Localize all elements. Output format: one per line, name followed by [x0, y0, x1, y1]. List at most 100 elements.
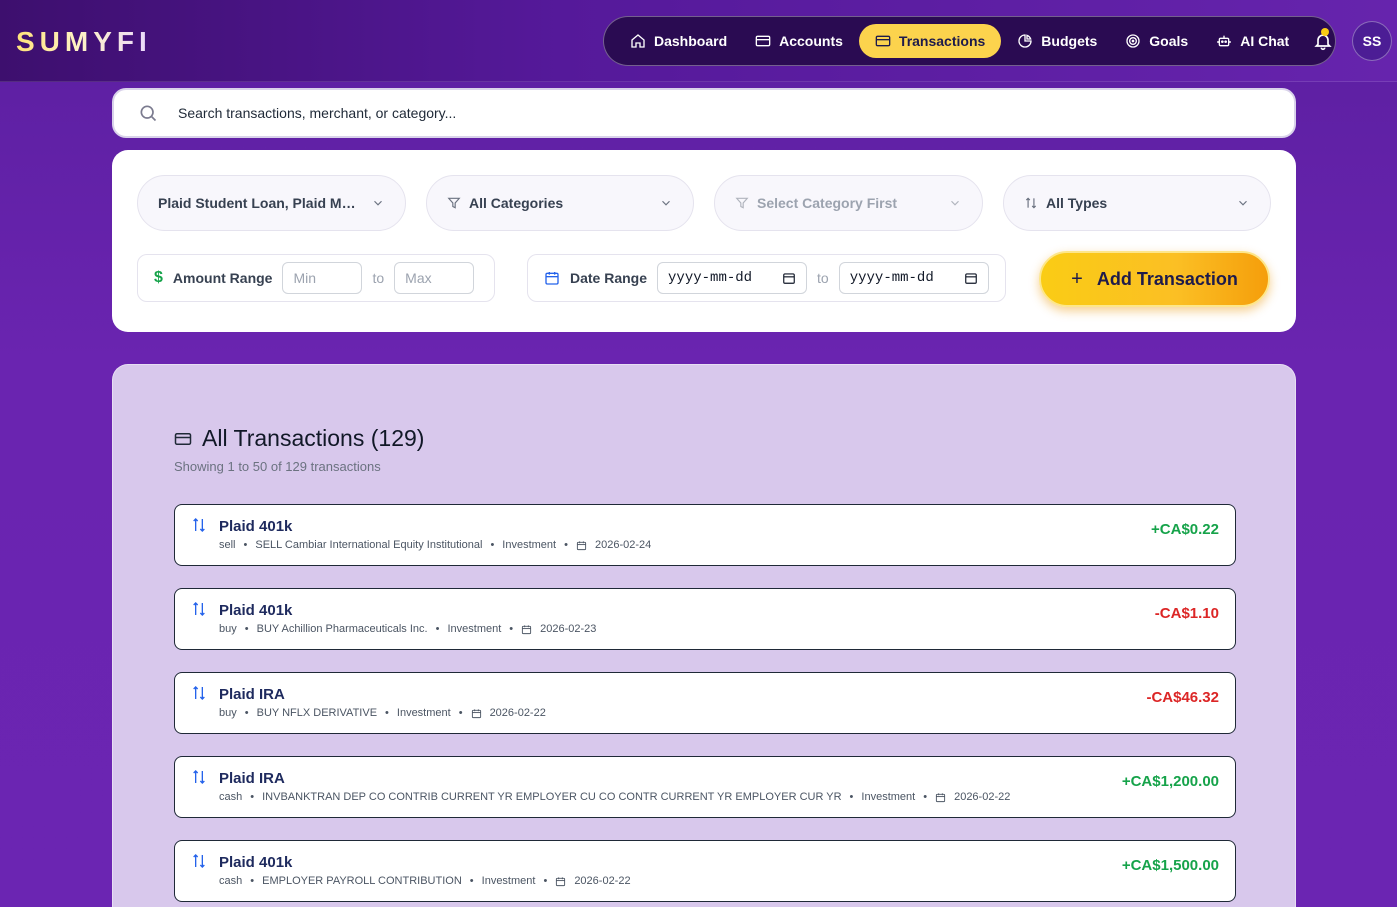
- date-to-placeholder: yyyy-mm-dd: [849, 270, 934, 286]
- notifications-button[interactable]: [1311, 24, 1335, 58]
- account-select-value: Plaid Student Loan, Plaid Mor...: [158, 195, 363, 211]
- meta-separator: •: [469, 875, 474, 887]
- transaction-meta: buy • BUY NFLX DERIVATIVE • Investment •…: [219, 707, 546, 719]
- transaction-description: BUY Achillion Pharmaceuticals Inc.: [256, 623, 428, 635]
- plus-icon: +: [1071, 267, 1083, 290]
- transaction-amount: -CA$46.32: [1146, 689, 1219, 706]
- transaction-description: EMPLOYER PAYROLL CONTRIBUTION: [262, 875, 462, 887]
- category-select[interactable]: All Categories: [426, 175, 694, 231]
- transaction-type: cash: [219, 791, 243, 803]
- transaction-meta: cash • EMPLOYER PAYROLL CONTRIBUTION • I…: [219, 875, 631, 887]
- calendar-picker-icon[interactable]: [964, 271, 978, 285]
- nav-dashboard-label: Dashboard: [654, 33, 728, 49]
- nav-budgets-label: Budgets: [1041, 33, 1098, 49]
- transaction-meta: cash • INVBANKTRAN DEP CO CONTRIB CURREN…: [219, 791, 1010, 803]
- transaction-date: 2026-02-22: [489, 707, 546, 719]
- transactions-title-text: All Transactions (129): [202, 425, 425, 451]
- credit-card-icon: [875, 35, 891, 47]
- target-icon: [1126, 34, 1140, 48]
- pie-chart-icon: [1018, 34, 1032, 48]
- transaction-amount: +CA$0.22: [1151, 521, 1219, 538]
- transaction-type: buy: [219, 707, 237, 719]
- transfer-arrows-icon: [193, 770, 205, 784]
- transaction-description: INVBANKTRAN DEP CO CONTRIB CURRENT YR EM…: [262, 791, 842, 803]
- transaction-category: Investment: [861, 791, 916, 803]
- amount-max-input[interactable]: [394, 262, 475, 294]
- nav-dashboard[interactable]: Dashboard: [618, 24, 739, 58]
- calendar-icon: [471, 708, 481, 718]
- meta-separator: •: [385, 707, 389, 719]
- filter-icon: [447, 197, 461, 209]
- transaction-description: BUY NFLX DERIVATIVE: [256, 707, 378, 719]
- date-to-label: to: [817, 270, 829, 286]
- user-avatar[interactable]: SS: [1352, 21, 1392, 61]
- calendar-icon: [556, 876, 566, 886]
- filter-icon: [735, 197, 749, 209]
- transaction-type: buy: [219, 623, 237, 635]
- transaction-date: 2026-02-24: [594, 539, 652, 551]
- search-input[interactable]: [178, 105, 1078, 121]
- transaction-description: SELL Cambiar International Equity Instit…: [255, 539, 483, 551]
- subcategory-select[interactable]: Select Category First: [714, 175, 983, 231]
- credit-card-icon: [174, 432, 192, 445]
- transaction-category: Investment: [481, 875, 536, 887]
- transactions-subtitle: Showing 1 to 50 of 129 transactions: [174, 459, 381, 474]
- date-range: Date Range yyyy-mm-dd to yyyy-mm-dd: [527, 254, 1006, 302]
- search-icon: [140, 105, 157, 122]
- transaction-row[interactable]: Plaid 401k cash • EMPLOYER PAYROLL CONTR…: [174, 840, 1236, 902]
- transaction-date: 2026-02-22: [574, 875, 631, 887]
- date-to-input[interactable]: yyyy-mm-dd: [838, 262, 989, 294]
- type-select-value: All Types: [1046, 195, 1108, 211]
- meta-separator: •: [250, 875, 255, 887]
- transaction-amount: -CA$1.10: [1154, 605, 1219, 622]
- search-bar: [112, 88, 1296, 138]
- chevron-down-icon: [1239, 200, 1247, 206]
- category-select-value: All Categories: [469, 195, 564, 211]
- credit-card-icon: [755, 35, 771, 47]
- chevron-down-icon: [662, 200, 670, 206]
- calendar-icon: [576, 540, 587, 550]
- nav-transactions[interactable]: Transactions: [858, 24, 1002, 58]
- add-transaction-button[interactable]: + Add Transaction: [1039, 251, 1270, 307]
- transaction-amount: +CA$1,500.00: [1121, 857, 1219, 874]
- transaction-meta: sell • SELL Cambiar International Equity…: [219, 539, 651, 551]
- type-select[interactable]: All Types: [1003, 175, 1271, 231]
- app-logo[interactable]: SUMYFI: [16, 26, 152, 58]
- nav-accounts[interactable]: Accounts: [743, 24, 855, 58]
- transaction-row[interactable]: Plaid 401k sell • SELL Cambiar Internati…: [174, 504, 1236, 566]
- transaction-row[interactable]: Plaid IRA buy • BUY NFLX DERIVATIVE • In…: [174, 672, 1236, 734]
- nav-budgets[interactable]: Budgets: [1005, 24, 1109, 58]
- meta-separator: •: [244, 623, 249, 635]
- transaction-meta: buy • BUY Achillion Pharmaceuticals Inc.…: [219, 623, 596, 635]
- nav-ai-chat-label: AI Chat: [1240, 33, 1290, 49]
- calendar-picker-icon[interactable]: [782, 271, 796, 285]
- transaction-type: cash: [219, 875, 243, 887]
- date-range-label: Date Range: [570, 270, 648, 286]
- transaction-row[interactable]: Plaid IRA cash • INVBANKTRAN DEP CO CONT…: [174, 756, 1236, 818]
- meta-separator: •: [435, 623, 440, 635]
- nav-ai-chat[interactable]: AI Chat: [1204, 24, 1301, 58]
- meta-separator: •: [509, 623, 514, 635]
- meta-separator: •: [243, 539, 248, 551]
- amount-min-input[interactable]: [282, 262, 363, 294]
- calendar-icon: [522, 624, 532, 634]
- date-from-input[interactable]: yyyy-mm-dd: [657, 262, 808, 294]
- transaction-category: Investment: [502, 539, 557, 551]
- transaction-category: Investment: [447, 623, 502, 635]
- transaction-row[interactable]: Plaid 401k buy • BUY Achillion Pharmaceu…: [174, 588, 1236, 650]
- calendar-icon: [935, 792, 946, 802]
- transaction-account: Plaid 401k: [219, 602, 293, 619]
- transactions-panel: All Transactions (129) Showing 1 to 50 o…: [112, 364, 1296, 907]
- transaction-account: Plaid IRA: [219, 686, 285, 703]
- notification-dot: [1321, 28, 1329, 36]
- nav-goals[interactable]: Goals: [1113, 24, 1200, 58]
- transfer-arrows-icon: [193, 518, 205, 532]
- filters-card: Plaid Student Loan, Plaid Mor... All Cat…: [112, 150, 1296, 332]
- transaction-date: 2026-02-23: [540, 623, 597, 635]
- meta-separator: •: [564, 539, 568, 551]
- date-from-placeholder: yyyy-mm-dd: [668, 270, 753, 286]
- meta-separator: •: [923, 791, 928, 803]
- chevron-down-icon: [951, 200, 959, 206]
- account-select[interactable]: Plaid Student Loan, Plaid Mor...: [137, 175, 406, 231]
- transaction-amount: +CA$1,200.00: [1121, 773, 1219, 790]
